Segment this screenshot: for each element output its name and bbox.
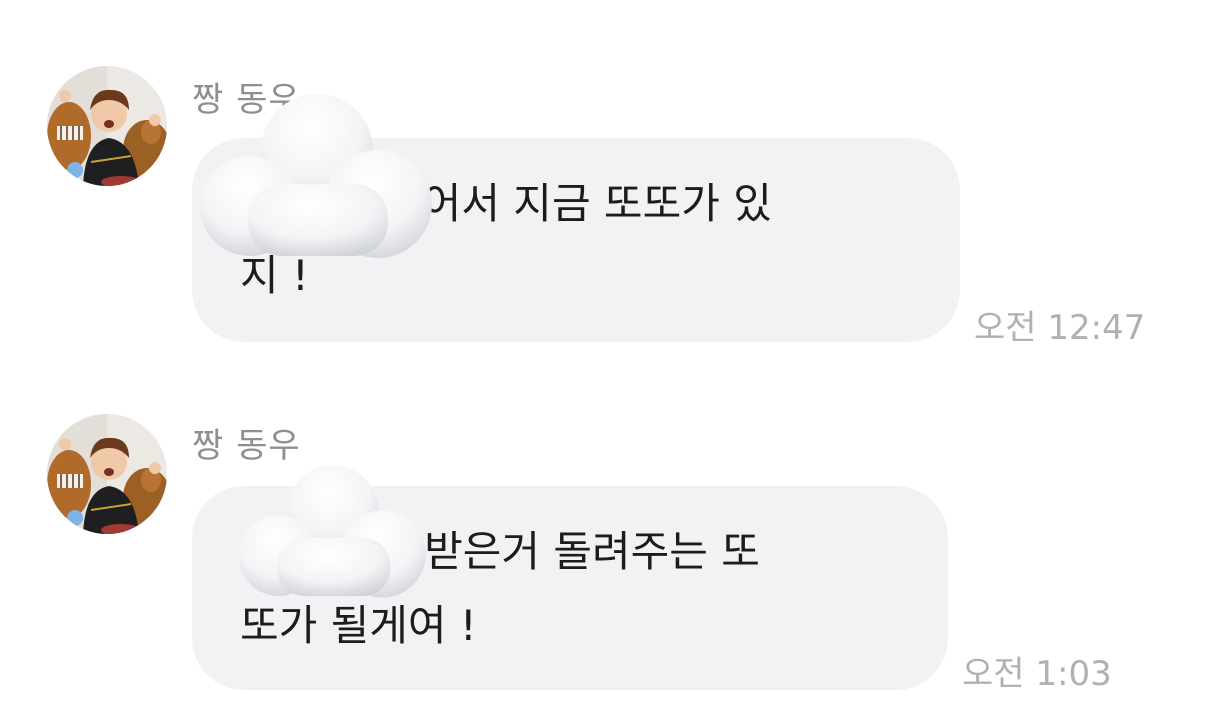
message-row: 짱 동우 한테 받은거 돌려주는 또 또가 될게여 ! 오전 1:03 bbox=[0, 0, 1206, 719]
avatar[interactable] bbox=[47, 414, 167, 534]
cloud-icon bbox=[200, 94, 432, 258]
avatar-photo bbox=[47, 414, 167, 534]
timestamp: 오전 1:03 bbox=[962, 654, 1112, 694]
cloud-icon bbox=[238, 465, 426, 598]
